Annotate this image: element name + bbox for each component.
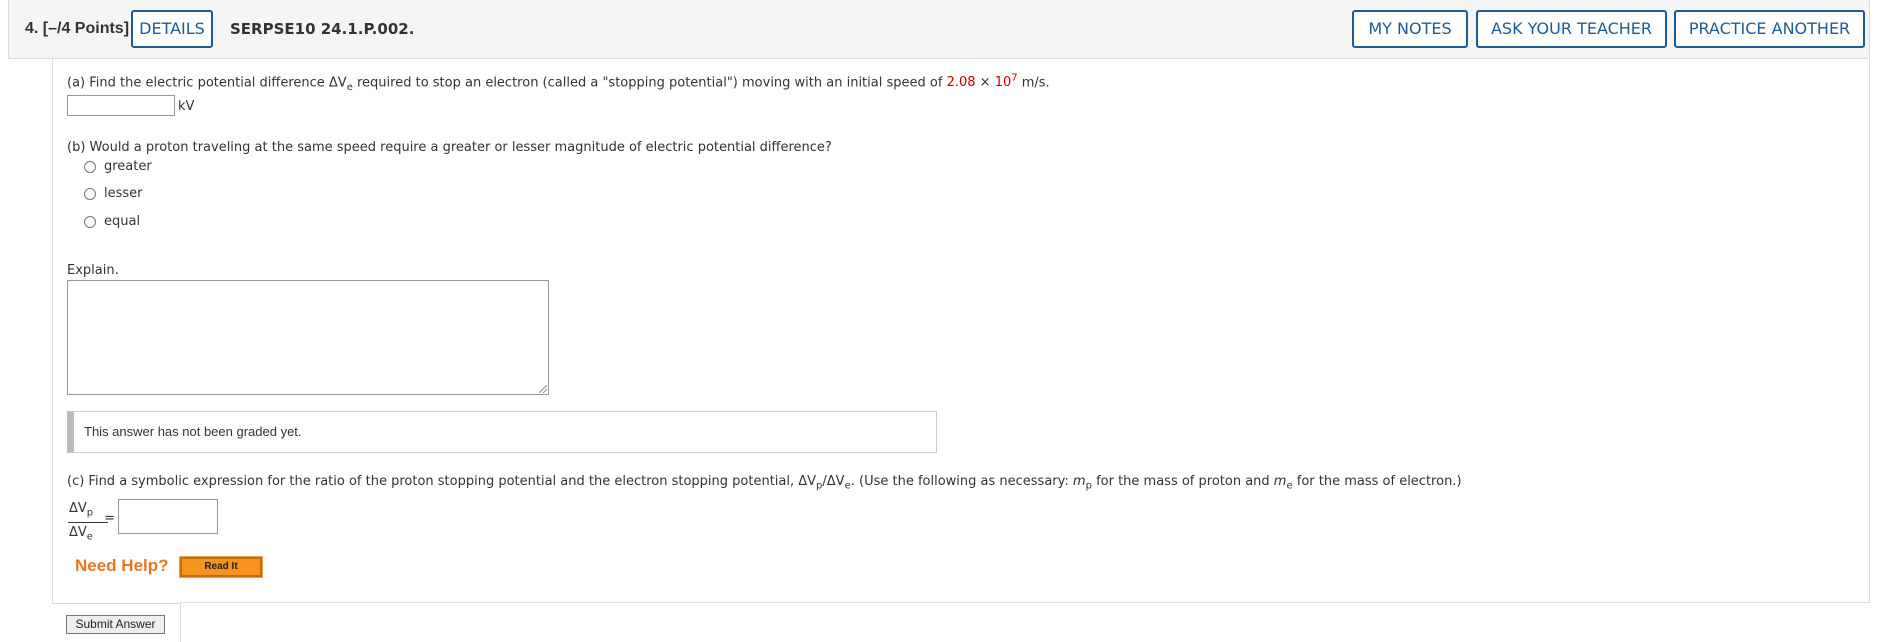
speed-value: 2.08 × 107: [946, 73, 1018, 91]
part-a-unit: kV: [178, 99, 195, 114]
question-header: 4. [–/4 Points] DETAILS SERPSE10 24.1.P.…: [8, 0, 1870, 59]
fraction-numerator: ΔVp: [69, 501, 94, 519]
fraction-bar: [68, 522, 108, 523]
fraction-denominator: ΔVe: [69, 525, 93, 543]
explain-textarea[interactable]: [67, 280, 549, 395]
my-notes-button[interactable]: MY NOTES: [1352, 10, 1468, 48]
option-lesser-label: lesser: [104, 186, 143, 201]
equals-sign: =: [104, 511, 115, 526]
part-a-answer-input[interactable]: [67, 95, 175, 116]
option-greater-label: greater: [104, 159, 152, 174]
question-number: 4. [–/4 Points]: [25, 20, 130, 37]
graded-status-text: This answer has not been graded yet.: [84, 424, 302, 439]
radio-lesser[interactable]: [84, 188, 96, 200]
part-c-answer-input[interactable]: [118, 499, 218, 534]
resize-handle-icon[interactable]: [539, 385, 547, 393]
radio-greater[interactable]: [84, 161, 96, 173]
option-equal-label: equal: [104, 214, 141, 229]
read-it-button[interactable]: Read It: [179, 556, 263, 578]
help-panel-area: [180, 602, 1870, 642]
part-a-question: (a) Find the electric potential differen…: [67, 73, 1050, 93]
part-c-question: (c) Find a symbolic expression for the r…: [67, 474, 1462, 492]
practice-another-button[interactable]: PRACTICE ANOTHER: [1674, 10, 1865, 48]
need-help-label: Need Help?: [75, 556, 169, 575]
question-id: SERPSE10 24.1.P.002.: [230, 20, 415, 38]
part-b-question: (b) Would a proton traveling at the same…: [67, 140, 832, 155]
ask-your-teacher-button[interactable]: ASK YOUR TEACHER: [1476, 10, 1667, 48]
submit-answer-button[interactable]: Submit Answer: [66, 615, 165, 634]
explain-label: Explain.: [67, 263, 119, 278]
graded-status-box: This answer has not been graded yet.: [67, 411, 937, 453]
radio-equal[interactable]: [84, 216, 96, 228]
details-button[interactable]: DETAILS: [131, 10, 213, 48]
